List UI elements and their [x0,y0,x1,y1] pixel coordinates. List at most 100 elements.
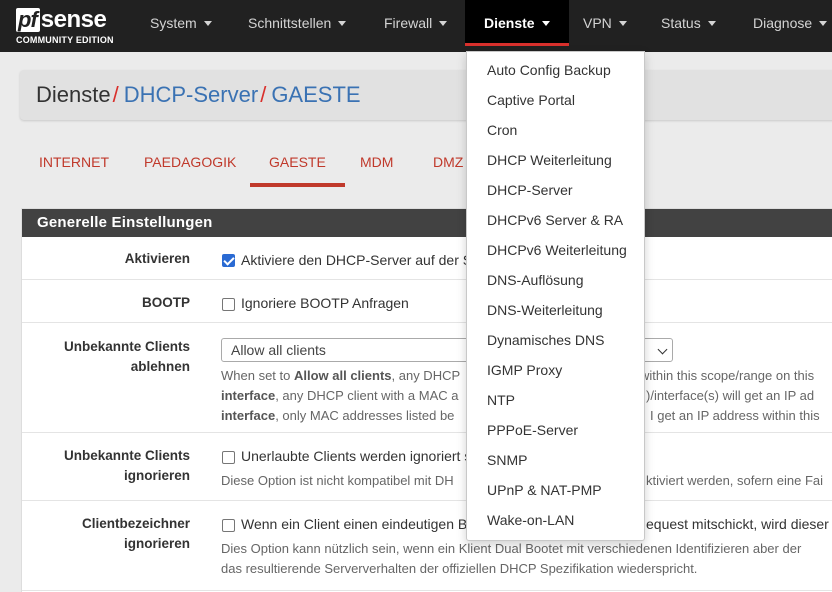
label-unbekannte-ignorieren: Unbekannte Clients ignorieren [22,446,190,486]
label-clientbezeichner-line1: Clientbezeichner [81,516,190,531]
unbekannte-ignorieren-checkbox[interactable] [222,451,235,464]
aktivieren-text: Aktiviere den DHCP-Server auf der Sc [241,252,480,268]
help-line-2-right: )/interface(s) will get an IP ad [646,388,815,403]
panel-title: Generelle Einstellungen [22,209,832,237]
nav-vpn[interactable]: VPN [583,0,627,46]
label-unbekannte-ablehnen-line2: ablehnen [130,359,190,374]
caret-down-icon [541,21,550,26]
breadcrumb-gaeste-link[interactable]: GAESTE [271,82,360,107]
clientbezeichner-checkbox[interactable] [222,519,235,532]
menu-item-upnp-nat-pmp[interactable]: UPnP & NAT-PMP [467,475,644,505]
help-line-3-right: I get an IP address within this [650,408,820,423]
nav-schnittstellen-label: Schnittstellen [248,15,332,31]
menu-item-wake-on-lan[interactable]: Wake-on-LAN [467,505,644,535]
chevron-down-icon [657,344,668,355]
row-unbekannte-ignorieren: Unbekannte Clients ignorieren Unerlaubte… [22,433,832,501]
tab-mdm[interactable]: MDM [360,140,393,186]
breadcrumb-separator: / [112,82,119,107]
help-text: , any DHCP client with a MAC a [275,388,459,403]
menu-item-dhcp-weiterleitung[interactable]: DHCP Weiterleitung [467,145,644,175]
nav-firewall[interactable]: Firewall [384,0,448,46]
row-unbekannte-ablehnen: Unbekannte Clients ablehnen Allow all cl… [22,323,832,433]
help-line-3: interface, only MAC addresses listed be [221,406,454,426]
menu-item-dhcpv6-weiterleitung[interactable]: DHCPv6 Weiterleitung [467,235,644,265]
unknown-clients-select-value: Allow all clients [231,342,326,358]
top-navbar: pf sense COMMUNITY EDITION System Schnitt… [0,0,832,52]
nav-dienste-label: Dienste [484,15,535,31]
nav-system[interactable]: System [150,0,212,46]
breadcrumb-dhcp-server-link[interactable]: DHCP-Server [124,82,258,107]
aktivieren-checkbox[interactable] [222,254,235,267]
row-aktivieren: Aktivieren Aktiviere den DHCP-Server auf… [22,237,832,280]
caret-down-icon [439,21,448,26]
bootp-text: Ignoriere BOOTP Anfragen [241,295,409,311]
nav-system-label: System [150,15,197,31]
dienste-dropdown-menu: Auto Config Backup Captive Portal Cron D… [466,51,645,541]
caret-down-icon [203,21,212,26]
nav-status-label: Status [661,15,701,31]
pfsense-logo[interactable]: pf sense COMMUNITY EDITION [14,6,126,46]
breadcrumb-separator: / [260,82,267,107]
label-aktivieren: Aktivieren [124,251,190,266]
nav-dienste[interactable]: Dienste [465,0,569,46]
breadcrumb: Dienste/DHCP-Server/GAESTE [20,70,832,120]
menu-item-pppoe-server[interactable]: PPPoE-Server [467,415,644,445]
caret-down-icon [338,21,347,26]
help-text: , any DHCP [391,368,461,383]
bootp-checkbox[interactable] [222,298,235,311]
label-unbekannte-ignorieren-line2: ignorieren [123,468,190,483]
label-unbekannte-ablehnen: Unbekannte Clients ablehnen [22,337,190,377]
nav-diagnose[interactable]: Diagnose [753,0,828,46]
label-unbekannte-ignorieren-line1: Unbekannte Clients [63,448,190,463]
nav-firewall-label: Firewall [384,15,433,31]
label-clientbezeichner: Clientbezeichner ignorieren [22,514,190,554]
menu-item-snmp[interactable]: SNMP [467,445,644,475]
clientbezeichner-help-2: das resultierende Serververhalten der of… [221,561,698,576]
caret-down-icon [618,21,627,26]
nav-schnittstellen[interactable]: Schnittstellen [248,0,347,46]
nav-status[interactable]: Status [661,0,716,46]
menu-item-dynamisches-dns[interactable]: Dynamisches DNS [467,325,644,355]
row-bootp: BOOTP Ignoriere BOOTP Anfragen [22,280,832,323]
nav-vpn-label: VPN [583,15,612,31]
tab-paedagogik[interactable]: PAEDAGOGIK [144,140,236,186]
label-bootp: BOOTP [141,295,190,310]
caret-down-icon [707,21,716,26]
help-bold: interface [221,388,276,403]
clientbezeichner-text-right: equest mitschickt, wird dieser U [646,516,832,532]
tab-gaeste[interactable]: GAESTE [250,140,345,187]
help-line-2: interface, any DHCP client with a MAC a [221,386,458,406]
help-bold: interface [221,408,276,423]
help-line-1: When set to Allow all clients, any DHCP [221,366,460,386]
menu-item-dns-weiterleitung[interactable]: DNS-Weiterleitung [467,295,644,325]
logo-mark-pf: pf [16,8,40,32]
menu-item-dhcpv6-server-ra[interactable]: DHCPv6 Server & RA [467,205,644,235]
tab-internet[interactable]: INTERNET [39,140,109,186]
help-text: When set to [221,368,294,383]
menu-item-ntp[interactable]: NTP [467,385,644,415]
logo-word-sense: sense [40,6,107,33]
label-clientbezeichner-line2: ignorieren [123,536,190,551]
menu-item-igmp-proxy[interactable]: IGMP Proxy [467,355,644,385]
clientbezeichner-help-1: Dies Option kann nützlich sein, wenn ein… [221,541,802,556]
menu-item-dhcp-server[interactable]: DHCP-Server [467,175,644,205]
caret-down-icon [819,21,828,26]
menu-item-auto-config-backup[interactable]: Auto Config Backup [467,55,644,85]
unbekannte-ignorieren-help: Diese Option ist nicht kompatibel mit DH [221,473,454,488]
general-settings-panel: Generelle Einstellungen Aktivieren Aktiv… [21,208,832,592]
clientbezeichner-text: Wenn ein Client einen eindeutigen Be [241,516,476,532]
tab-dmz[interactable]: DMZ [433,140,463,186]
help-text: , only MAC addresses listed be [275,408,455,423]
unbekannte-ignorieren-help-right: ktiviert werden, sofern eine Fai [646,473,824,488]
nav-diagnose-label: Diagnose [753,15,813,31]
logo-subtitle: COMMUNITY EDITION [16,35,114,45]
menu-item-cron[interactable]: Cron [467,115,644,145]
breadcrumb-dienste: Dienste [36,82,111,107]
menu-item-captive-portal[interactable]: Captive Portal [467,85,644,115]
unbekannte-ignorieren-text: Unerlaubte Clients werden ignoriert s [241,448,472,464]
help-bold: Allow all clients [293,368,392,383]
menu-item-dns-aufloesung[interactable]: DNS-Auflösung [467,265,644,295]
row-clientbezeichner: Clientbezeichner ignorieren Wenn ein Cli… [22,501,832,591]
label-unbekannte-ablehnen-line1: Unbekannte Clients [63,339,190,354]
help-line-1-right: within this scope/range on this [640,368,815,383]
